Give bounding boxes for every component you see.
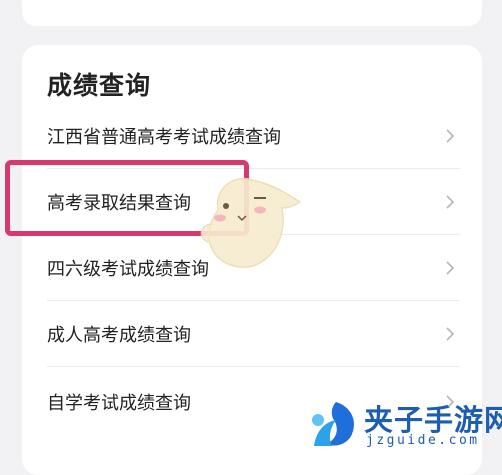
divider — [47, 366, 460, 367]
chevron-right-icon — [446, 261, 455, 275]
previous-card — [22, 0, 482, 26]
list-item-adult-gaokao-score[interactable]: 成人高考成绩查询 — [22, 301, 482, 367]
list-item-label: 自学考试成绩查询 — [47, 393, 191, 414]
chevron-right-icon — [446, 129, 455, 143]
chevron-right-icon — [446, 327, 455, 341]
watermark-logo-icon — [312, 402, 355, 446]
list-item-label: 成人高考成绩查询 — [47, 325, 191, 346]
mascot-icon — [200, 177, 302, 268]
list-item-label: 江西省普通高考考试成绩查询 — [47, 127, 281, 148]
watermark-url: jzguide.com — [366, 433, 480, 448]
chevron-right-icon — [446, 195, 455, 209]
list-item-label: 四六级考试成绩查询 — [47, 259, 209, 280]
section-title: 成绩查询 — [47, 71, 152, 100]
